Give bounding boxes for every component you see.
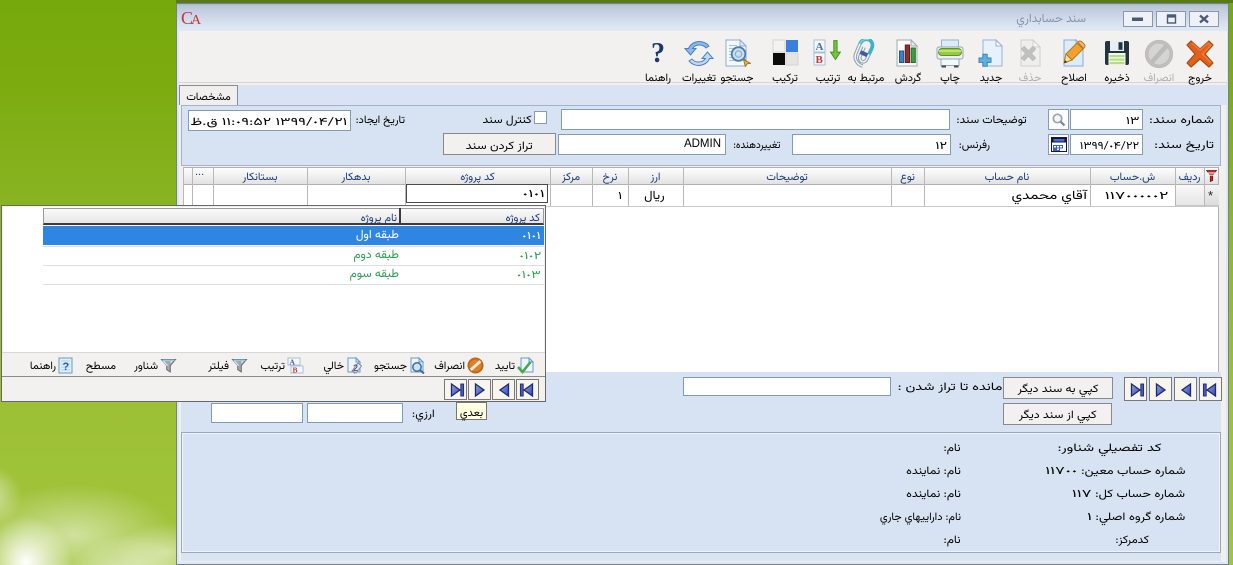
svg-text:B: B (293, 366, 298, 375)
svg-text:2: 2 (353, 362, 358, 374)
svg-text:A: A (816, 41, 824, 53)
svg-text:B: B (816, 54, 824, 66)
svg-text:?: ? (63, 361, 70, 373)
svg-text:?: ? (651, 39, 665, 69)
